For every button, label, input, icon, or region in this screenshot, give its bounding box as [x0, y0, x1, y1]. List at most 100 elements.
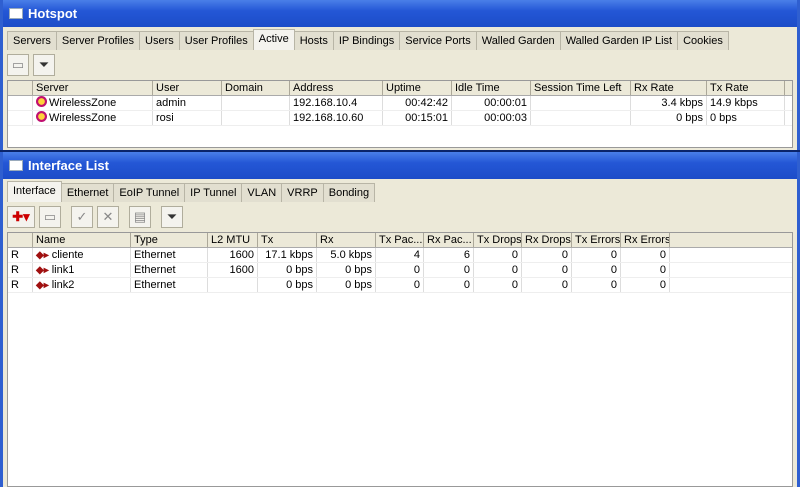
column-header[interactable]: Tx [258, 233, 317, 247]
column-header[interactable]: L2 MTU [208, 233, 258, 247]
remove-button[interactable]: ▭ [7, 54, 29, 76]
table-cell: ◆▸ link2 [33, 278, 131, 292]
table-cell: Ethernet [131, 263, 208, 277]
tab-cookies[interactable]: Cookies [677, 31, 729, 50]
table-cell: 1600 [208, 263, 258, 277]
remove-button[interactable]: ▭ [39, 206, 61, 228]
interface-title-bar[interactable]: Interface List [3, 152, 797, 179]
tab-walled-garden-ip-list[interactable]: Walled Garden IP List [559, 31, 679, 50]
hotspot-window: Hotspot Servers Server Profiles Users User … [0, 0, 800, 150]
tab-interface[interactable]: Interface [7, 181, 62, 202]
table-cell: 0 [621, 263, 670, 277]
column-header[interactable]: Tx Pac... [376, 233, 424, 247]
column-header[interactable]: Tx Errors [572, 233, 621, 247]
table-cell: 0 [474, 278, 522, 292]
interface-icon: ◆▸ [36, 280, 49, 291]
cell-text: WirelessZone [49, 112, 117, 124]
tab-ip-tunnel[interactable]: IP Tunnel [184, 183, 243, 202]
column-header[interactable]: Type [131, 233, 208, 247]
column-header[interactable]: Tx Rate [707, 81, 785, 95]
table-cell: 0 bps [258, 263, 317, 277]
table-cell [531, 96, 631, 110]
interface-icon: ◆▸ [36, 265, 49, 276]
table-cell [222, 111, 290, 125]
table-cell: 192.168.10.4 [290, 96, 383, 110]
column-header[interactable]: Server [33, 81, 153, 95]
table-row[interactable]: WirelessZone rosi 192.168.10.60 00:15:01 00:… [8, 111, 792, 126]
column-header[interactable]: Rx Errors [621, 233, 670, 247]
disable-button[interactable]: ✕ [97, 206, 119, 228]
column-header[interactable]: Rx Drops [522, 233, 572, 247]
filter-button[interactable]: ⏷ [33, 54, 55, 76]
table-cell: 0 bps [258, 278, 317, 292]
table-cell [8, 111, 33, 125]
table-cell: admin [153, 96, 222, 110]
column-header[interactable]: Address [290, 81, 383, 95]
column-header[interactable]: Rx Pac... [424, 233, 474, 247]
tab-bonding[interactable]: Bonding [322, 183, 376, 202]
column-header[interactable] [8, 233, 33, 247]
column-header[interactable]: User [153, 81, 222, 95]
cell-text: 0 [561, 264, 568, 276]
cell-text: 192.168.10.60 [293, 112, 364, 124]
tab-eoip-tunnel[interactable]: EoIP Tunnel [113, 183, 186, 202]
tab-active[interactable]: Active [252, 29, 295, 50]
table-cell [208, 278, 258, 292]
column-header[interactable]: Rx Rate [631, 81, 707, 95]
cell-text: 17.1 kbps [265, 249, 313, 261]
table-cell: Ethernet [131, 278, 208, 292]
cell-text: 6 [463, 249, 470, 261]
column-header[interactable]: Rx [317, 233, 376, 247]
interface-icon: ◆▸ [36, 250, 49, 261]
tab-servers[interactable]: Servers [7, 31, 57, 50]
column-header[interactable] [8, 81, 33, 95]
tab-walled-garden[interactable]: Walled Garden [475, 31, 561, 50]
column-header[interactable]: Tx Drops [474, 233, 522, 247]
cell-text: 14.9 kbps [710, 97, 758, 109]
hotspot-title-bar[interactable]: Hotspot [3, 0, 797, 27]
table-cell: R [8, 263, 33, 277]
column-header[interactable]: Session Time Left [531, 81, 631, 95]
tab-ip-bindings[interactable]: IP Bindings [332, 31, 401, 50]
tab-service-ports[interactable]: Service Ports [399, 31, 477, 50]
tab-ethernet[interactable]: Ethernet [60, 183, 115, 202]
table-row[interactable]: R ◆▸ link2 Ethernet 0 bps 0 bps 0 0 0 0 0 0 [8, 278, 792, 293]
tab-server-profiles[interactable]: Server Profiles [55, 31, 141, 50]
comment-button[interactable]: ▤ [129, 206, 151, 228]
table-cell: 0 bps [707, 111, 785, 125]
cell-text: 0 bps [345, 264, 372, 276]
tab-vrrp[interactable]: VRRP [281, 183, 324, 202]
table-cell: 00:00:01 [452, 96, 531, 110]
cell-text: 0 [610, 249, 617, 261]
cell-text: 00:15:01 [405, 112, 448, 124]
table-cell [222, 96, 290, 110]
cell-text: 00:42:42 [405, 97, 448, 109]
window-title: Hotspot [28, 6, 78, 21]
column-header[interactable]: Idle Time [452, 81, 531, 95]
enable-button[interactable]: ✓ [71, 206, 93, 228]
table-cell [8, 96, 33, 110]
tab-vlan[interactable]: VLAN [241, 183, 283, 202]
table-cell: 0 bps [317, 263, 376, 277]
add-button[interactable]: ✚▾ [7, 206, 35, 228]
cell-text: Ethernet [134, 264, 176, 276]
table-cell: 6 [424, 248, 474, 262]
tab-users[interactable]: Users [139, 31, 180, 50]
cell-text: 0 [463, 279, 470, 291]
table-cell: 5.0 kbps [317, 248, 376, 262]
cell-text: 0 [610, 264, 617, 276]
column-header[interactable]: Uptime [383, 81, 452, 95]
cell-text: 0 [659, 279, 666, 291]
table-cell: ◆▸ link1 [33, 263, 131, 277]
column-header[interactable]: Domain [222, 81, 290, 95]
tab-hosts[interactable]: Hosts [293, 31, 334, 50]
tab-user-profiles[interactable]: User Profiles [178, 31, 254, 50]
table-cell: 1600 [208, 248, 258, 262]
table-row[interactable]: R ◆▸ link1 Ethernet 1600 0 bps 0 bps 0 0 0 0 0 0 [8, 263, 792, 278]
filter-button[interactable]: ⏷ [161, 206, 183, 228]
table-row[interactable]: R ◆▸ cliente Ethernet 1600 17.1 kbps 5.0 kbps 4… [8, 248, 792, 263]
table-row[interactable]: WirelessZone admin 192.168.10.4 00:42:42 00:… [8, 96, 792, 111]
interface-list-window: Interface List Interface Ethernet EoIP Tun… [0, 152, 800, 487]
column-header[interactable]: Name [33, 233, 131, 247]
table-cell: 192.168.10.60 [290, 111, 383, 125]
